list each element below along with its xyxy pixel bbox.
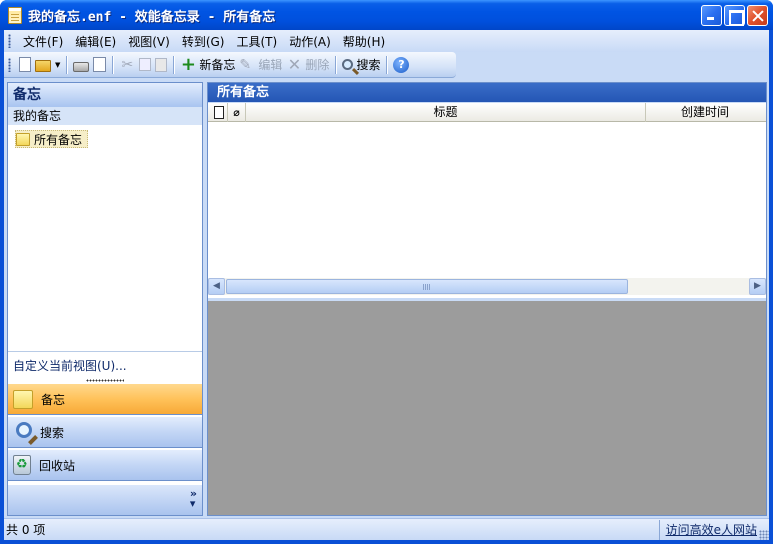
resize-grip-icon[interactable] xyxy=(759,529,769,540)
print-button[interactable] xyxy=(71,54,91,76)
delete-label: 删除 xyxy=(305,58,330,72)
print-preview-button[interactable] xyxy=(91,54,108,76)
toolbar: ▼ ✂ + 新备忘 ✎ 编辑 ✕ 删除 搜索 ? xyxy=(4,52,456,78)
toolbar-separator xyxy=(335,55,337,74)
menu-bar: 文件(F) 编辑(E) 视图(V) 转到(G) 工具(T) 动作(A) 帮助(H… xyxy=(4,30,769,52)
chevron-more-icon[interactable]: » ▾ xyxy=(190,488,197,509)
item-count: 共 0 项 xyxy=(6,523,46,537)
toolbar-separator xyxy=(386,55,388,74)
close-icon xyxy=(748,6,767,25)
scroll-right-button[interactable]: ▶ xyxy=(749,278,766,295)
navigation-pane: 备忘 我的备忘 所有备忘 自定义当前视图(U)... 备忘 搜索 回收站 »▾ xyxy=(7,82,203,516)
nav-button-recycle-bin[interactable]: 回收站 xyxy=(8,449,202,481)
magnifier-icon xyxy=(342,59,354,70)
website-link[interactable]: 访问高效e人网站 xyxy=(658,519,769,540)
open-button[interactable]: ▼ xyxy=(33,54,62,76)
delete-button[interactable]: ✕ 删除 xyxy=(284,54,331,76)
status-bar: 共 0 项 访问高效e人网站 xyxy=(4,518,769,540)
client-area: 文件(F) 编辑(E) 视图(V) 转到(G) 工具(T) 动作(A) 帮助(H… xyxy=(4,30,769,540)
customize-view-link[interactable]: 自定义当前视图(U)... xyxy=(8,351,202,379)
new-note-label: 新备忘 xyxy=(199,58,236,72)
recycle-bin-icon xyxy=(13,455,31,475)
paste-icon xyxy=(155,57,168,72)
copy-icon xyxy=(139,58,152,71)
toolbar-separator xyxy=(66,55,68,74)
menu-file[interactable]: 文件(F) xyxy=(17,33,69,50)
minimize-button[interactable] xyxy=(701,5,722,26)
column-header-attachment[interactable]: ⌀ xyxy=(228,103,246,122)
edit-button[interactable]: ✎ 编辑 xyxy=(237,54,284,76)
dropdown-arrow-icon: ▼ xyxy=(55,60,61,69)
edit-label: 编辑 xyxy=(258,58,283,72)
note-folder-icon xyxy=(16,132,30,146)
menu-goto[interactable]: 转到(G) xyxy=(176,33,231,50)
tree-item-label: 所有备忘 xyxy=(34,132,83,147)
pane-splitter-handle[interactable] xyxy=(86,379,124,382)
toolbar-separator xyxy=(173,55,175,74)
content-pane-title: 所有备忘 xyxy=(208,83,766,103)
window-title: 我的备忘.enf - 效能备忘录 - 所有备忘 xyxy=(28,9,276,25)
toolbar-grip-icon[interactable] xyxy=(8,57,11,72)
preview-pane xyxy=(208,298,766,515)
paperclip-icon: ⌀ xyxy=(233,106,240,119)
nav-overflow-bar: » ▾ xyxy=(8,485,202,515)
horizontal-scrollbar[interactable]: ◀ ▶ xyxy=(208,278,766,295)
nav-search-label: 搜索 xyxy=(40,425,65,440)
new-note-button[interactable]: + 新备忘 xyxy=(178,54,237,76)
cut-button[interactable]: ✂ xyxy=(117,54,137,76)
new-file-button[interactable] xyxy=(17,54,33,76)
toolbar-separator xyxy=(112,55,114,74)
maximize-button[interactable] xyxy=(724,5,745,26)
paste-button[interactable] xyxy=(153,54,169,76)
help-icon: ? xyxy=(393,56,410,73)
scroll-thumb[interactable] xyxy=(226,279,628,294)
column-header-type[interactable] xyxy=(208,103,228,122)
plus-icon: + xyxy=(180,53,196,75)
maximize-icon xyxy=(725,6,744,26)
menu-edit[interactable]: 编辑(E) xyxy=(69,33,122,50)
title-bar[interactable]: 我的备忘.enf - 效能备忘录 - 所有备忘 xyxy=(0,0,773,30)
nav-button-notes[interactable]: 备忘 xyxy=(8,383,202,415)
minimize-icon xyxy=(702,6,721,25)
app-window: 我的备忘.enf - 效能备忘录 - 所有备忘 文件(F) 编辑(E) 视图(V… xyxy=(0,0,773,544)
menu-help[interactable]: 帮助(H) xyxy=(337,33,391,50)
nav-recycle-label: 回收站 xyxy=(39,458,76,473)
copy-button[interactable] xyxy=(137,54,153,76)
website-link-label: 访问高效e人网站 xyxy=(665,522,757,537)
nav-button-search[interactable]: 搜索 xyxy=(8,416,202,448)
my-notes-section[interactable]: 我的备忘 xyxy=(8,107,202,125)
notes-list[interactable] xyxy=(208,122,766,278)
tree-item-all-notes[interactable]: 所有备忘 xyxy=(15,130,89,148)
menu-tools[interactable]: 工具(T) xyxy=(230,33,283,50)
nav-pane-title: 备忘 xyxy=(8,83,202,107)
search-label: 搜索 xyxy=(356,58,381,72)
menu-actions[interactable]: 动作(A) xyxy=(283,33,337,50)
help-button[interactable]: ? xyxy=(391,54,411,76)
note-icon xyxy=(13,389,33,409)
nav-notes-label: 备忘 xyxy=(41,392,66,407)
menu-grip-icon[interactable] xyxy=(8,34,11,48)
delete-x-icon: ✕ xyxy=(287,54,302,74)
printer-icon xyxy=(73,61,90,72)
window-controls xyxy=(701,5,768,26)
search-button[interactable]: 搜索 xyxy=(340,54,382,76)
scroll-left-button[interactable]: ◀ xyxy=(208,278,225,295)
column-header-title[interactable]: 标题 xyxy=(246,103,646,122)
scissors-icon: ✂ xyxy=(121,56,134,73)
open-folder-icon xyxy=(35,60,51,72)
pencil-icon: ✎ xyxy=(239,56,252,73)
search-icon xyxy=(16,422,32,438)
app-note-icon xyxy=(8,6,22,24)
new-file-icon xyxy=(19,57,31,72)
menu-view[interactable]: 视图(V) xyxy=(122,33,176,50)
close-button[interactable] xyxy=(747,5,768,26)
content-pane: 所有备忘 ⌀ 标题 创建时间 ◀ ▶ xyxy=(207,82,767,516)
list-column-headers: ⌀ 标题 创建时间 xyxy=(208,103,766,122)
print-preview-icon xyxy=(93,57,107,72)
column-header-created[interactable]: 创建时间 xyxy=(646,103,764,122)
